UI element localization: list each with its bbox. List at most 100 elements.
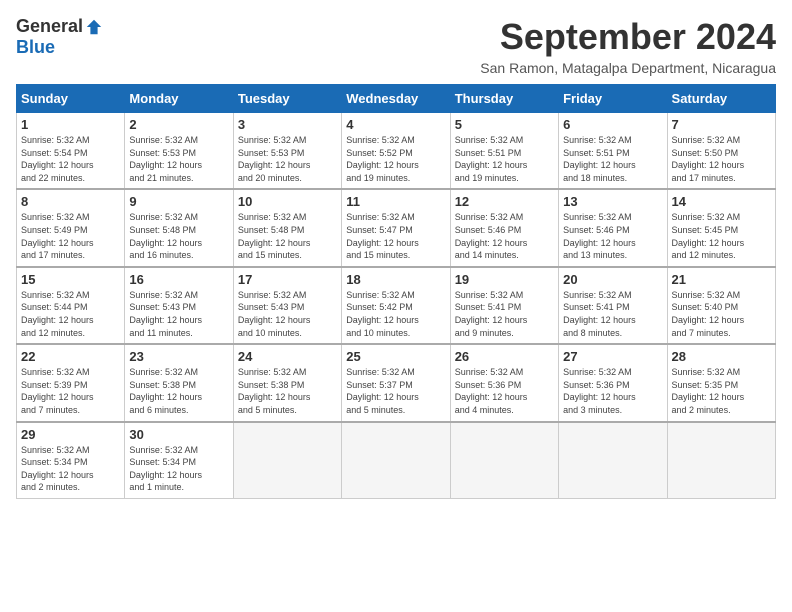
calendar-day-cell: 2 Sunrise: 5:32 AMSunset: 5:53 PMDayligh… (125, 113, 233, 190)
day-number: 27 (563, 349, 662, 364)
calendar-day-cell: 21 Sunrise: 5:32 AMSunset: 5:40 PMDaylig… (667, 267, 775, 344)
day-number: 21 (672, 272, 771, 287)
col-friday: Friday (559, 85, 667, 113)
day-number: 18 (346, 272, 445, 287)
day-number: 8 (21, 194, 120, 209)
calendar-day-cell: 25 Sunrise: 5:32 AMSunset: 5:37 PMDaylig… (342, 344, 450, 421)
day-info: Sunrise: 5:32 AMSunset: 5:38 PMDaylight:… (129, 366, 228, 416)
day-info: Sunrise: 5:32 AMSunset: 5:41 PMDaylight:… (563, 289, 662, 339)
day-info: Sunrise: 5:32 AMSunset: 5:37 PMDaylight:… (346, 366, 445, 416)
day-number: 19 (455, 272, 554, 287)
calendar-day-cell: 19 Sunrise: 5:32 AMSunset: 5:41 PMDaylig… (450, 267, 558, 344)
calendar-day-cell: 29 Sunrise: 5:32 AMSunset: 5:34 PMDaylig… (17, 422, 125, 499)
calendar-day-cell: 6 Sunrise: 5:32 AMSunset: 5:51 PMDayligh… (559, 113, 667, 190)
day-number: 24 (238, 349, 337, 364)
day-info: Sunrise: 5:32 AMSunset: 5:36 PMDaylight:… (455, 366, 554, 416)
day-number: 1 (21, 117, 120, 132)
day-info: Sunrise: 5:32 AMSunset: 5:54 PMDaylight:… (21, 134, 120, 184)
calendar-week-row: 8 Sunrise: 5:32 AMSunset: 5:49 PMDayligh… (17, 189, 776, 266)
calendar-day-cell: 15 Sunrise: 5:32 AMSunset: 5:44 PMDaylig… (17, 267, 125, 344)
header: General Blue September 2024 San Ramon, M… (16, 16, 776, 76)
calendar-day-cell: 26 Sunrise: 5:32 AMSunset: 5:36 PMDaylig… (450, 344, 558, 421)
day-number: 14 (672, 194, 771, 209)
calendar-week-row: 22 Sunrise: 5:32 AMSunset: 5:39 PMDaylig… (17, 344, 776, 421)
calendar-day-cell: 13 Sunrise: 5:32 AMSunset: 5:46 PMDaylig… (559, 189, 667, 266)
day-info: Sunrise: 5:32 AMSunset: 5:53 PMDaylight:… (129, 134, 228, 184)
day-number: 26 (455, 349, 554, 364)
day-info: Sunrise: 5:32 AMSunset: 5:34 PMDaylight:… (21, 444, 120, 494)
day-info: Sunrise: 5:32 AMSunset: 5:49 PMDaylight:… (21, 211, 120, 261)
col-saturday: Saturday (667, 85, 775, 113)
day-number: 4 (346, 117, 445, 132)
day-number: 11 (346, 194, 445, 209)
day-info: Sunrise: 5:32 AMSunset: 5:50 PMDaylight:… (672, 134, 771, 184)
day-info: Sunrise: 5:32 AMSunset: 5:36 PMDaylight:… (563, 366, 662, 416)
day-number: 10 (238, 194, 337, 209)
day-info: Sunrise: 5:32 AMSunset: 5:48 PMDaylight:… (238, 211, 337, 261)
day-number: 6 (563, 117, 662, 132)
day-number: 17 (238, 272, 337, 287)
day-info: Sunrise: 5:32 AMSunset: 5:53 PMDaylight:… (238, 134, 337, 184)
logo: General Blue (16, 16, 103, 58)
day-info: Sunrise: 5:32 AMSunset: 5:34 PMDaylight:… (129, 444, 228, 494)
title-area: September 2024 San Ramon, Matagalpa Depa… (480, 16, 776, 76)
day-info: Sunrise: 5:32 AMSunset: 5:51 PMDaylight:… (455, 134, 554, 184)
col-tuesday: Tuesday (233, 85, 341, 113)
day-info: Sunrise: 5:32 AMSunset: 5:35 PMDaylight:… (672, 366, 771, 416)
day-number: 30 (129, 427, 228, 442)
day-number: 20 (563, 272, 662, 287)
location-subtitle: San Ramon, Matagalpa Department, Nicarag… (480, 60, 776, 76)
day-info: Sunrise: 5:32 AMSunset: 5:41 PMDaylight:… (455, 289, 554, 339)
day-info: Sunrise: 5:32 AMSunset: 5:45 PMDaylight:… (672, 211, 771, 261)
calendar-week-row: 29 Sunrise: 5:32 AMSunset: 5:34 PMDaylig… (17, 422, 776, 499)
calendar-empty-cell (559, 422, 667, 499)
day-number: 13 (563, 194, 662, 209)
calendar-day-cell: 5 Sunrise: 5:32 AMSunset: 5:51 PMDayligh… (450, 113, 558, 190)
day-number: 2 (129, 117, 228, 132)
day-info: Sunrise: 5:32 AMSunset: 5:48 PMDaylight:… (129, 211, 228, 261)
calendar-table: Sunday Monday Tuesday Wednesday Thursday… (16, 84, 776, 499)
calendar-day-cell: 18 Sunrise: 5:32 AMSunset: 5:42 PMDaylig… (342, 267, 450, 344)
calendar-day-cell: 28 Sunrise: 5:32 AMSunset: 5:35 PMDaylig… (667, 344, 775, 421)
calendar-day-cell: 12 Sunrise: 5:32 AMSunset: 5:46 PMDaylig… (450, 189, 558, 266)
calendar-day-cell: 8 Sunrise: 5:32 AMSunset: 5:49 PMDayligh… (17, 189, 125, 266)
calendar-empty-cell (667, 422, 775, 499)
calendar-empty-cell (342, 422, 450, 499)
day-info: Sunrise: 5:32 AMSunset: 5:43 PMDaylight:… (238, 289, 337, 339)
calendar-day-cell: 10 Sunrise: 5:32 AMSunset: 5:48 PMDaylig… (233, 189, 341, 266)
day-number: 23 (129, 349, 228, 364)
day-number: 7 (672, 117, 771, 132)
calendar-day-cell: 22 Sunrise: 5:32 AMSunset: 5:39 PMDaylig… (17, 344, 125, 421)
col-monday: Monday (125, 85, 233, 113)
col-thursday: Thursday (450, 85, 558, 113)
day-number: 3 (238, 117, 337, 132)
day-info: Sunrise: 5:32 AMSunset: 5:39 PMDaylight:… (21, 366, 120, 416)
calendar-empty-cell (450, 422, 558, 499)
calendar-day-cell: 11 Sunrise: 5:32 AMSunset: 5:47 PMDaylig… (342, 189, 450, 266)
calendar-day-cell: 3 Sunrise: 5:32 AMSunset: 5:53 PMDayligh… (233, 113, 341, 190)
day-info: Sunrise: 5:32 AMSunset: 5:40 PMDaylight:… (672, 289, 771, 339)
col-wednesday: Wednesday (342, 85, 450, 113)
logo-blue-text: Blue (16, 37, 55, 58)
day-info: Sunrise: 5:32 AMSunset: 5:52 PMDaylight:… (346, 134, 445, 184)
day-number: 22 (21, 349, 120, 364)
calendar-day-cell: 20 Sunrise: 5:32 AMSunset: 5:41 PMDaylig… (559, 267, 667, 344)
logo-general-text: General (16, 16, 83, 37)
day-number: 28 (672, 349, 771, 364)
day-number: 16 (129, 272, 228, 287)
calendar-day-cell: 1 Sunrise: 5:32 AMSunset: 5:54 PMDayligh… (17, 113, 125, 190)
day-info: Sunrise: 5:32 AMSunset: 5:43 PMDaylight:… (129, 289, 228, 339)
calendar-day-cell: 7 Sunrise: 5:32 AMSunset: 5:50 PMDayligh… (667, 113, 775, 190)
calendar-header-row: Sunday Monday Tuesday Wednesday Thursday… (17, 85, 776, 113)
page-title: September 2024 (480, 16, 776, 58)
calendar-day-cell: 16 Sunrise: 5:32 AMSunset: 5:43 PMDaylig… (125, 267, 233, 344)
calendar-week-row: 15 Sunrise: 5:32 AMSunset: 5:44 PMDaylig… (17, 267, 776, 344)
calendar-day-cell: 14 Sunrise: 5:32 AMSunset: 5:45 PMDaylig… (667, 189, 775, 266)
calendar-day-cell: 30 Sunrise: 5:32 AMSunset: 5:34 PMDaylig… (125, 422, 233, 499)
day-number: 29 (21, 427, 120, 442)
col-sunday: Sunday (17, 85, 125, 113)
day-info: Sunrise: 5:32 AMSunset: 5:47 PMDaylight:… (346, 211, 445, 261)
day-info: Sunrise: 5:32 AMSunset: 5:38 PMDaylight:… (238, 366, 337, 416)
day-number: 25 (346, 349, 445, 364)
day-info: Sunrise: 5:32 AMSunset: 5:46 PMDaylight:… (563, 211, 662, 261)
